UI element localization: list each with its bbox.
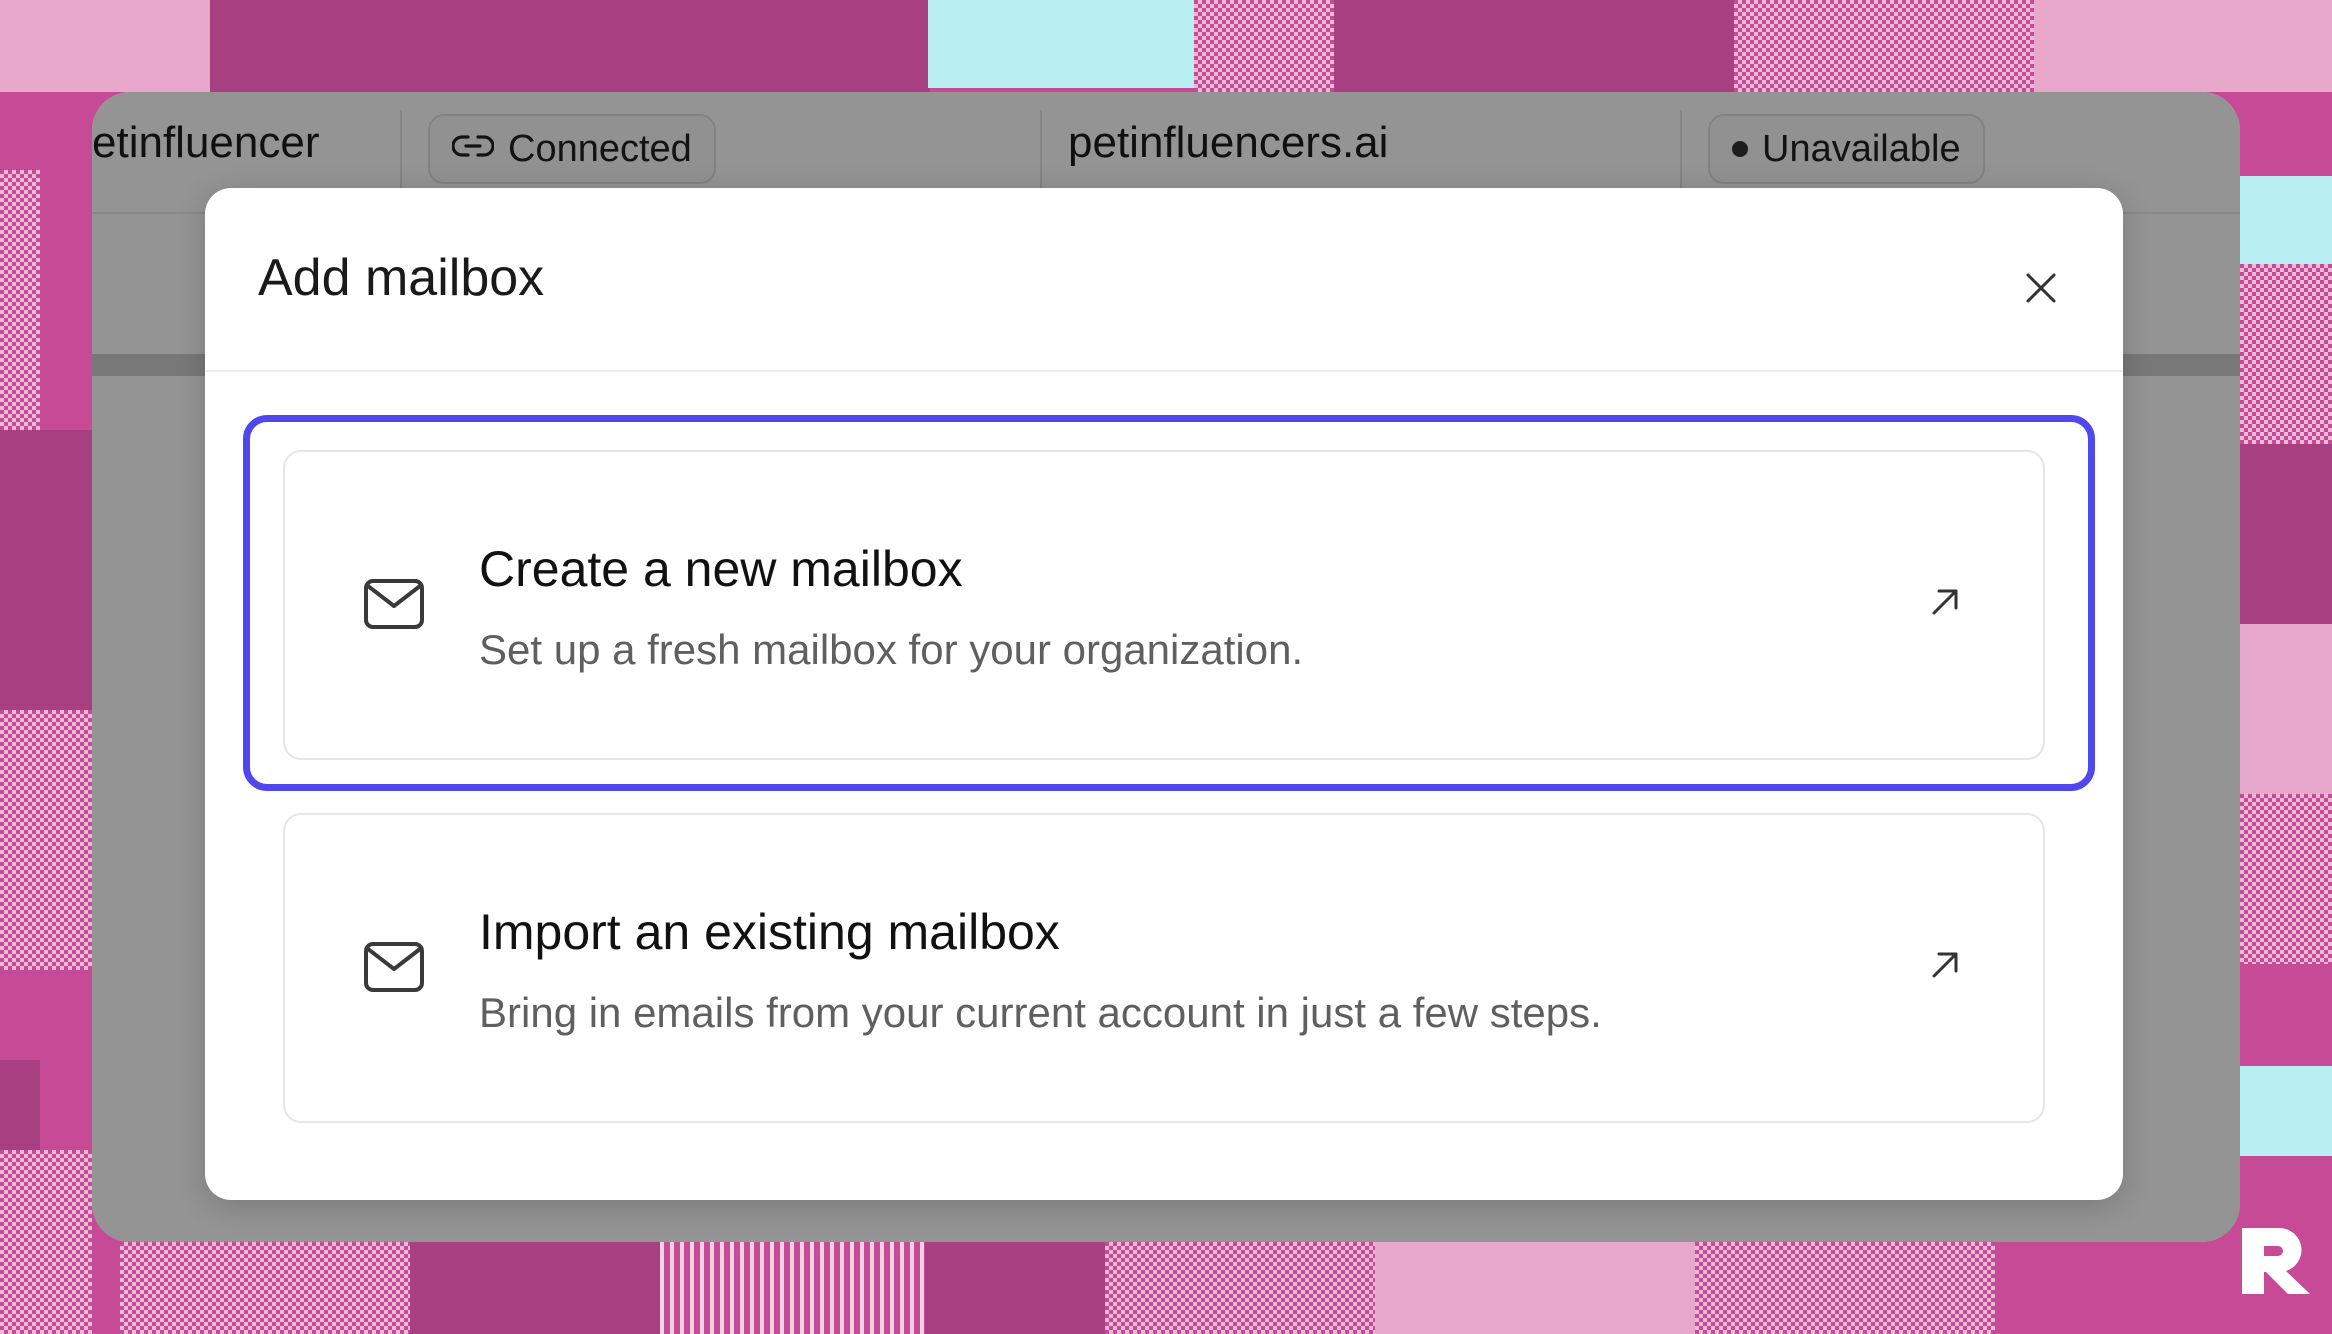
bg-tile xyxy=(1194,0,1334,92)
bg-tile xyxy=(0,1060,40,1150)
bg-tile xyxy=(2240,444,2332,624)
bg-tile xyxy=(410,1242,660,1334)
option-title: Import an existing mailbox xyxy=(479,904,1060,960)
bg-tile xyxy=(2240,794,2332,964)
bg-tile xyxy=(2240,1066,2332,1156)
bg-tile xyxy=(120,1242,410,1334)
import-mailbox-option[interactable]: Import an existing mailbox Bring in emai… xyxy=(283,813,2045,1123)
add-mailbox-dialog: Add mailbox Create a new mailbox Set up … xyxy=(205,188,2123,1200)
bg-tile xyxy=(1334,0,1734,92)
r-logo-icon xyxy=(2236,1220,2316,1305)
bg-tile xyxy=(1105,1242,1375,1334)
bg-tile xyxy=(2240,624,2332,794)
bg-tile xyxy=(1695,1242,1995,1334)
bg-tile xyxy=(2034,0,2332,92)
bg-tile xyxy=(1734,0,2034,92)
option-description: Bring in emails from your current accoun… xyxy=(479,989,1602,1036)
bg-tile xyxy=(0,710,92,970)
arrow-up-right-icon xyxy=(1929,586,1961,623)
arrow-up-right-icon xyxy=(1929,949,1961,986)
close-button[interactable] xyxy=(2019,266,2063,310)
option-description: Set up a fresh mailbox for your organiza… xyxy=(479,626,1304,673)
dialog-title: Add mailbox xyxy=(258,249,545,307)
bg-tile xyxy=(210,0,930,92)
create-mailbox-option[interactable]: Create a new mailbox Set up a fresh mail… xyxy=(283,450,2045,760)
bg-tile xyxy=(925,1242,1105,1334)
option-title: Create a new mailbox xyxy=(479,541,963,597)
bg-tile xyxy=(2240,176,2332,264)
bg-tile xyxy=(0,0,210,92)
close-icon xyxy=(2026,273,2056,303)
mail-icon xyxy=(363,941,425,998)
bg-tile xyxy=(660,1242,925,1334)
bg-tile xyxy=(928,0,1194,88)
mail-icon xyxy=(363,578,425,635)
bg-tile xyxy=(0,430,92,710)
bg-tile xyxy=(0,1150,92,1334)
dialog-header: Add mailbox xyxy=(205,188,2123,372)
bg-tile xyxy=(1375,1242,1695,1334)
bg-tile xyxy=(0,170,40,430)
bg-tile xyxy=(2240,264,2332,444)
